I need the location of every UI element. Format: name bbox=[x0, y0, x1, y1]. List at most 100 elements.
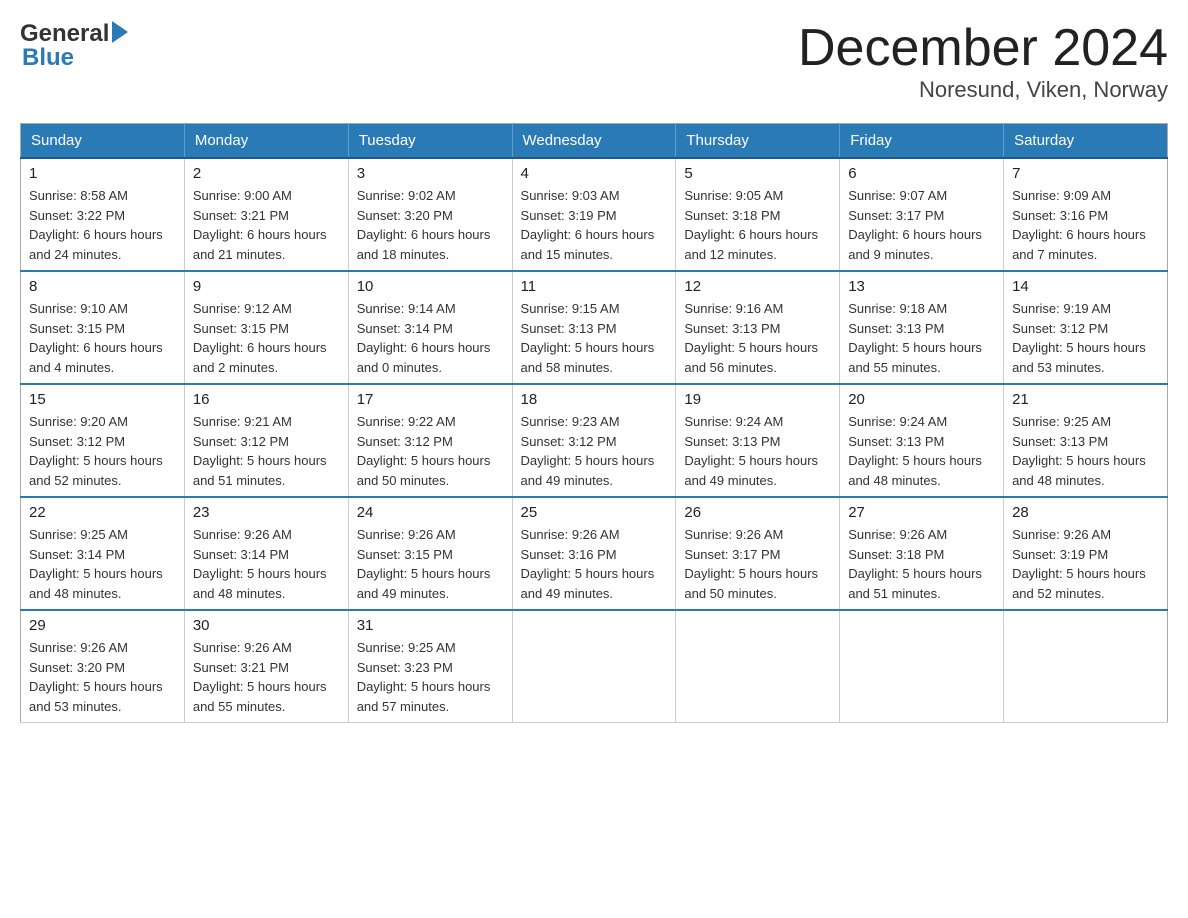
day-number: 29 bbox=[29, 617, 176, 634]
table-row: 16 Sunrise: 9:21 AMSunset: 3:12 PMDayligh… bbox=[184, 384, 348, 497]
header-sunday: Sunday bbox=[21, 124, 185, 159]
day-number: 1 bbox=[29, 165, 176, 182]
day-info: Sunrise: 9:18 AMSunset: 3:13 PMDaylight:… bbox=[848, 299, 995, 377]
day-number: 13 bbox=[848, 278, 995, 295]
month-title: December 2024 bbox=[798, 20, 1168, 77]
day-info: Sunrise: 9:07 AMSunset: 3:17 PMDaylight:… bbox=[848, 186, 995, 264]
table-row: 15 Sunrise: 9:20 AMSunset: 3:12 PMDayligh… bbox=[21, 384, 185, 497]
table-row: 22 Sunrise: 9:25 AMSunset: 3:14 PMDayligh… bbox=[21, 497, 185, 610]
table-row: 4 Sunrise: 9:03 AMSunset: 3:19 PMDaylight… bbox=[512, 158, 676, 271]
table-row: 17 Sunrise: 9:22 AMSunset: 3:12 PMDayligh… bbox=[348, 384, 512, 497]
day-info: Sunrise: 9:15 AMSunset: 3:13 PMDaylight:… bbox=[521, 299, 668, 377]
table-row: 8Sunrise: 9:10 AMSunset: 3:15 PMDaylight… bbox=[21, 271, 185, 384]
table-row: 11 Sunrise: 9:15 AMSunset: 3:13 PMDayligh… bbox=[512, 271, 676, 384]
day-number: 7 bbox=[1012, 165, 1159, 182]
day-number: 26 bbox=[684, 504, 831, 521]
table-row: 10 Sunrise: 9:14 AMSunset: 3:14 PMDayligh… bbox=[348, 271, 512, 384]
calendar-week-row: 1Sunrise: 8:58 AMSunset: 3:22 PMDaylight… bbox=[21, 158, 1168, 271]
day-number: 24 bbox=[357, 504, 504, 521]
day-info: Sunrise: 9:05 AMSunset: 3:18 PMDaylight:… bbox=[684, 186, 831, 264]
table-row: 25 Sunrise: 9:26 AMSunset: 3:16 PMDayligh… bbox=[512, 497, 676, 610]
day-number: 12 bbox=[684, 278, 831, 295]
day-info: Sunrise: 9:02 AMSunset: 3:20 PMDaylight:… bbox=[357, 186, 504, 264]
page-header: General Blue December 2024 Noresund, Vik… bbox=[20, 20, 1168, 103]
day-number: 16 bbox=[193, 391, 340, 408]
day-info: Sunrise: 9:23 AMSunset: 3:12 PMDaylight:… bbox=[521, 412, 668, 490]
day-info: Sunrise: 9:26 AMSunset: 3:14 PMDaylight:… bbox=[193, 525, 340, 603]
title-block: December 2024 Noresund, Viken, Norway bbox=[798, 20, 1168, 103]
day-info: Sunrise: 9:26 AMSunset: 3:17 PMDaylight:… bbox=[684, 525, 831, 603]
logo-arrow-icon bbox=[112, 21, 128, 43]
day-number: 11 bbox=[521, 278, 668, 295]
day-info: Sunrise: 9:26 AMSunset: 3:19 PMDaylight:… bbox=[1012, 525, 1159, 603]
day-number: 10 bbox=[357, 278, 504, 295]
day-number: 2 bbox=[193, 165, 340, 182]
day-info: Sunrise: 9:26 AMSunset: 3:18 PMDaylight:… bbox=[848, 525, 995, 603]
day-info: Sunrise: 9:12 AMSunset: 3:15 PMDaylight:… bbox=[193, 299, 340, 377]
day-info: Sunrise: 9:21 AMSunset: 3:12 PMDaylight:… bbox=[193, 412, 340, 490]
day-number: 19 bbox=[684, 391, 831, 408]
day-number: 3 bbox=[357, 165, 504, 182]
day-number: 4 bbox=[521, 165, 668, 182]
table-row: 12 Sunrise: 9:16 AMSunset: 3:13 PMDayligh… bbox=[676, 271, 840, 384]
calendar-week-row: 29Sunrise: 9:26 AMSunset: 3:20 PMDayligh… bbox=[21, 610, 1168, 723]
header-thursday: Thursday bbox=[676, 124, 840, 159]
day-number: 17 bbox=[357, 391, 504, 408]
table-row: 26 Sunrise: 9:26 AMSunset: 3:17 PMDayligh… bbox=[676, 497, 840, 610]
day-info: Sunrise: 9:26 AMSunset: 3:21 PMDaylight:… bbox=[193, 638, 340, 716]
day-info: Sunrise: 9:25 AMSunset: 3:23 PMDaylight:… bbox=[357, 638, 504, 716]
table-row: 5 Sunrise: 9:05 AMSunset: 3:18 PMDaylight… bbox=[676, 158, 840, 271]
table-row: 6Sunrise: 9:07 AMSunset: 3:17 PMDaylight… bbox=[840, 158, 1004, 271]
table-row bbox=[840, 610, 1004, 723]
table-row: 9Sunrise: 9:12 AMSunset: 3:15 PMDaylight… bbox=[184, 271, 348, 384]
table-row: 20 Sunrise: 9:24 AMSunset: 3:13 PMDayligh… bbox=[840, 384, 1004, 497]
table-row: 18 Sunrise: 9:23 AMSunset: 3:12 PMDayligh… bbox=[512, 384, 676, 497]
day-info: Sunrise: 9:22 AMSunset: 3:12 PMDaylight:… bbox=[357, 412, 504, 490]
calendar-week-row: 8Sunrise: 9:10 AMSunset: 3:15 PMDaylight… bbox=[21, 271, 1168, 384]
header-wednesday: Wednesday bbox=[512, 124, 676, 159]
day-number: 18 bbox=[521, 391, 668, 408]
table-row: 19Sunrise: 9:24 AMSunset: 3:13 PMDayligh… bbox=[676, 384, 840, 497]
table-row: 2Sunrise: 9:00 AMSunset: 3:21 PMDaylight… bbox=[184, 158, 348, 271]
header-friday: Friday bbox=[840, 124, 1004, 159]
logo-blue-text: Blue bbox=[22, 44, 74, 72]
day-number: 15 bbox=[29, 391, 176, 408]
day-number: 31 bbox=[357, 617, 504, 634]
day-number: 5 bbox=[684, 165, 831, 182]
day-info: Sunrise: 9:09 AMSunset: 3:16 PMDaylight:… bbox=[1012, 186, 1159, 264]
day-number: 25 bbox=[521, 504, 668, 521]
day-info: Sunrise: 9:16 AMSunset: 3:13 PMDaylight:… bbox=[684, 299, 831, 377]
table-row: 30 Sunrise: 9:26 AMSunset: 3:21 PMDayligh… bbox=[184, 610, 348, 723]
table-row: 23Sunrise: 9:26 AMSunset: 3:14 PMDayligh… bbox=[184, 497, 348, 610]
calendar-week-row: 22 Sunrise: 9:25 AMSunset: 3:14 PMDayligh… bbox=[21, 497, 1168, 610]
day-number: 28 bbox=[1012, 504, 1159, 521]
day-number: 14 bbox=[1012, 278, 1159, 295]
calendar-table: Sunday Monday Tuesday Wednesday Thursday… bbox=[20, 123, 1168, 723]
day-number: 27 bbox=[848, 504, 995, 521]
table-row: 21Sunrise: 9:25 AMSunset: 3:13 PMDayligh… bbox=[1004, 384, 1168, 497]
table-row: 29Sunrise: 9:26 AMSunset: 3:20 PMDayligh… bbox=[21, 610, 185, 723]
table-row: 1Sunrise: 8:58 AMSunset: 3:22 PMDaylight… bbox=[21, 158, 185, 271]
table-row: 28 Sunrise: 9:26 AMSunset: 3:19 PMDayligh… bbox=[1004, 497, 1168, 610]
table-row: 14 Sunrise: 9:19 AMSunset: 3:12 PMDayligh… bbox=[1004, 271, 1168, 384]
day-info: Sunrise: 9:25 AMSunset: 3:14 PMDaylight:… bbox=[29, 525, 176, 603]
day-number: 8 bbox=[29, 278, 176, 295]
table-row: 13 Sunrise: 9:18 AMSunset: 3:13 PMDayligh… bbox=[840, 271, 1004, 384]
header-tuesday: Tuesday bbox=[348, 124, 512, 159]
day-info: Sunrise: 9:14 AMSunset: 3:14 PMDaylight:… bbox=[357, 299, 504, 377]
day-number: 20 bbox=[848, 391, 995, 408]
day-info: Sunrise: 9:03 AMSunset: 3:19 PMDaylight:… bbox=[521, 186, 668, 264]
table-row bbox=[512, 610, 676, 723]
day-info: Sunrise: 9:25 AMSunset: 3:13 PMDaylight:… bbox=[1012, 412, 1159, 490]
day-info: Sunrise: 9:24 AMSunset: 3:13 PMDaylight:… bbox=[848, 412, 995, 490]
day-info: Sunrise: 9:26 AMSunset: 3:16 PMDaylight:… bbox=[521, 525, 668, 603]
table-row: 24Sunrise: 9:26 AMSunset: 3:15 PMDayligh… bbox=[348, 497, 512, 610]
day-info: Sunrise: 9:19 AMSunset: 3:12 PMDaylight:… bbox=[1012, 299, 1159, 377]
header-monday: Monday bbox=[184, 124, 348, 159]
table-row: 27 Sunrise: 9:26 AMSunset: 3:18 PMDayligh… bbox=[840, 497, 1004, 610]
day-info: Sunrise: 9:20 AMSunset: 3:12 PMDaylight:… bbox=[29, 412, 176, 490]
header-saturday: Saturday bbox=[1004, 124, 1168, 159]
day-number: 22 bbox=[29, 504, 176, 521]
logo: General Blue bbox=[20, 20, 128, 72]
day-number: 30 bbox=[193, 617, 340, 634]
